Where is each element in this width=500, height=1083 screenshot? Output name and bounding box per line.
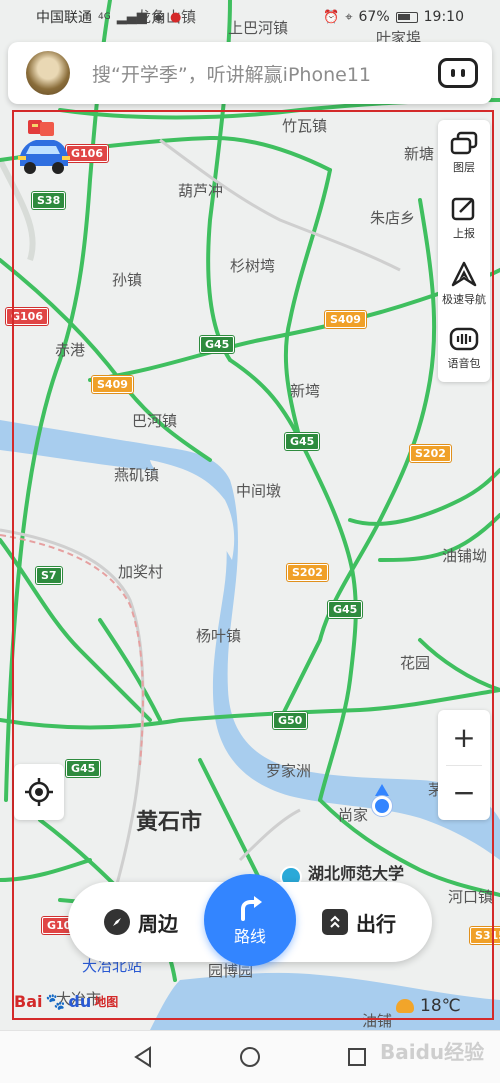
map-place-label: 新塆: [290, 382, 321, 400]
search-input[interactable]: 搜“开学季”，听讲解赢iPhone11: [92, 60, 438, 87]
zoom-out-button[interactable]: −: [438, 766, 490, 821]
locate-me-button[interactable]: [14, 764, 64, 820]
fast-nav-icon: [451, 261, 477, 286]
road-badge: G45: [200, 336, 235, 353]
map-place-label: 杉树塆: [230, 257, 276, 275]
wifi-icon: ◉: [152, 9, 165, 25]
report-edit-icon: [451, 198, 475, 221]
zoom-control: + −: [438, 710, 490, 820]
travel-label: 出行: [356, 911, 396, 936]
heading-arrow-icon: [375, 784, 389, 796]
temperature: 18℃: [420, 996, 461, 1016]
travel-icon: [322, 909, 348, 935]
compass-icon: [104, 909, 130, 935]
route-button[interactable]: 路线: [204, 874, 296, 966]
map-place-label: 孙镇: [112, 271, 143, 289]
travel-button[interactable]: 出行: [322, 882, 396, 962]
voice-pack-icon: [449, 328, 479, 351]
tool-fast-nav-button[interactable]: 极速导航: [438, 251, 490, 317]
map-place-label: 河口镇: [448, 888, 494, 906]
signal-icon: ▂▄▆: [116, 9, 147, 25]
status-bar: 中国联通 4G ▂▄▆ ◉ ● ⏰ ⌖ 67% 19:10: [0, 0, 500, 34]
route-label: 路线: [233, 927, 266, 946]
map-place-label: 巴河镇: [132, 412, 178, 430]
clock: 19:10: [423, 9, 464, 25]
alarm-icon: ⏰: [323, 9, 340, 25]
brand-part: du: [68, 992, 92, 1011]
map-place-label: 罗家洲: [266, 762, 312, 780]
map-tool-panel: 图层 上报 极速导航 语音包: [438, 120, 490, 382]
road-badge: G106: [6, 308, 48, 325]
tool-label: 图层: [453, 160, 475, 174]
road-badge: S202: [410, 445, 451, 462]
network-icon: 4G: [98, 12, 111, 22]
map-place-label: 花园: [400, 654, 431, 672]
nearby-button[interactable]: 周边: [104, 882, 178, 962]
recent-apps-square-icon[interactable]: [346, 1046, 368, 1068]
map-place-label: 加奖村: [118, 563, 164, 581]
nearby-label: 周边: [138, 911, 178, 936]
tool-voice-pack-button[interactable]: 语音包: [438, 317, 490, 383]
weather-widget[interactable]: 18℃: [396, 996, 461, 1016]
watermark: Baidu经验: [380, 1040, 485, 1064]
tool-layers-button[interactable]: 图层: [438, 120, 490, 186]
voice-assistant-icon[interactable]: [438, 58, 478, 88]
road-badge: S202: [287, 564, 328, 581]
tool-label: 上报: [453, 227, 475, 241]
road-badge: S7: [36, 567, 62, 584]
map-place-label: 朱店乡: [370, 209, 416, 227]
map-place-label: 赤港: [55, 341, 86, 359]
map-place-label: 尚家: [338, 806, 369, 824]
road-badge: G45: [328, 601, 363, 618]
tool-label: 语音包: [447, 357, 481, 371]
back-triangle-icon[interactable]: [132, 1045, 154, 1069]
map-place-label: 杨叶镇: [196, 627, 242, 645]
tool-report-button[interactable]: 上报: [438, 186, 490, 252]
map-place-label: 燕矶镇: [114, 466, 160, 484]
search-bar[interactable]: 搜“开学季”，听讲解赢iPhone11: [8, 42, 492, 104]
route-arrow-icon: [241, 896, 262, 921]
road-badge: G45: [285, 433, 320, 450]
road-badge: S409: [92, 376, 133, 393]
zoom-in-button[interactable]: +: [438, 710, 490, 765]
mic-icon: ●: [170, 9, 182, 25]
road-badge: S315: [470, 927, 500, 944]
road-badge: G45: [66, 760, 101, 777]
map-place-label: 中间墩: [236, 482, 282, 500]
brand-part: 地图: [94, 995, 119, 1009]
layers-icon: [450, 131, 478, 154]
city-label: 黄石市: [136, 810, 203, 835]
brand-part: Bai: [14, 992, 43, 1011]
battery-percent: 67%: [358, 9, 390, 25]
battery-icon: [395, 11, 418, 23]
weather-cloud-sun-icon: [396, 999, 414, 1013]
map-place-label: 油铺: [362, 1012, 393, 1030]
car-promo-icon[interactable]: [14, 118, 72, 180]
tool-label: 极速导航: [442, 292, 486, 306]
map-place-label: 竹瓦镇: [282, 117, 328, 135]
map-place-label: 油铺坳: [442, 547, 488, 565]
road-badge: G50: [273, 712, 308, 729]
paw-icon: 🐾: [45, 992, 66, 1011]
current-location-icon: [372, 796, 392, 816]
road-badge: G106: [66, 145, 108, 162]
location-pin-icon: ⌖: [345, 9, 353, 25]
map-place-label: 葫芦冲: [178, 182, 224, 200]
carrier-label: 中国联通: [36, 10, 92, 26]
avatar[interactable]: [26, 51, 70, 95]
road-badge: S409: [325, 311, 366, 328]
poi-label[interactable]: 湖北师范大学: [308, 860, 404, 884]
baidu-map-logo: Bai 🐾 du 地图: [14, 992, 118, 1011]
map-place-label: 新塘: [404, 145, 435, 163]
home-circle-icon[interactable]: [238, 1045, 262, 1069]
crosshair-icon: [25, 778, 53, 806]
road-badge: S38: [32, 192, 66, 209]
